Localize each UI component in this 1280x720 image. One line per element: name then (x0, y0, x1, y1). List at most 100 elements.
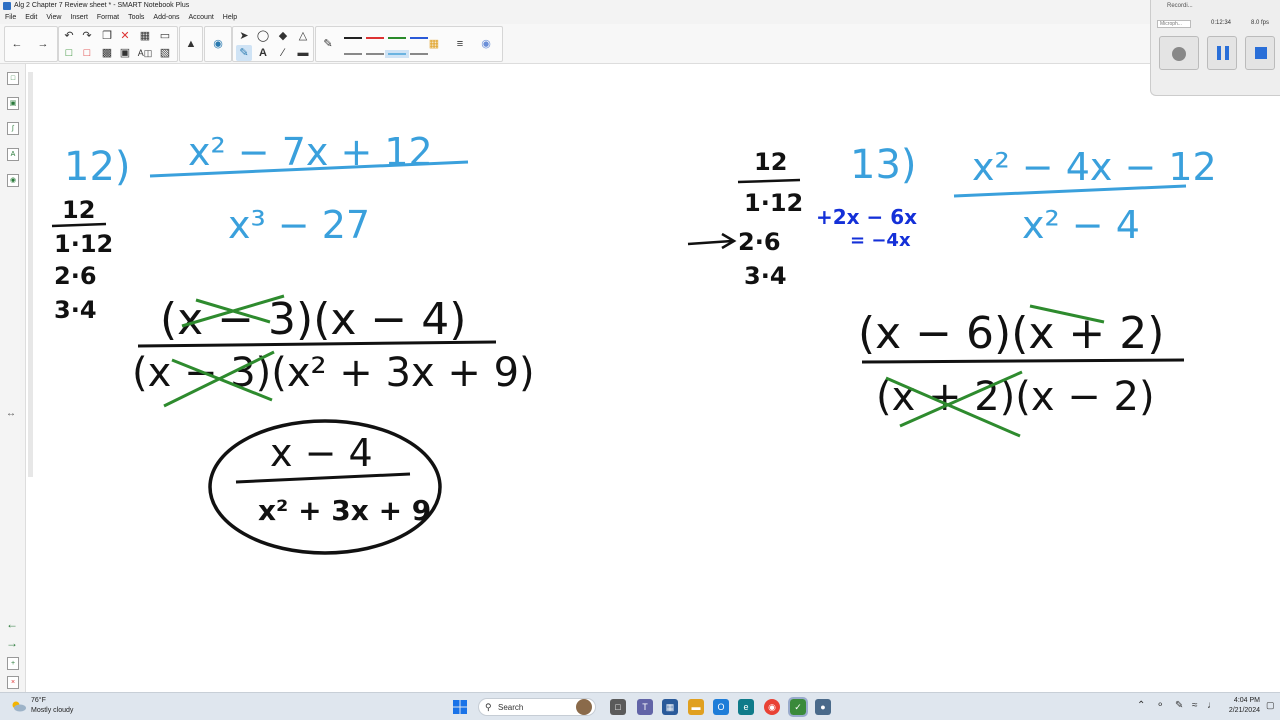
weather-temperature: 76°F (31, 697, 46, 704)
next-page-icon[interactable]: → (35, 36, 51, 52)
text-image-icon[interactable]: A◫ (137, 45, 153, 61)
canvas-scroll-strip (28, 72, 33, 477)
microphone-tray-icon[interactable]: ⚬ (1156, 700, 1164, 711)
weather-condition: Mostly cloudy (31, 707, 74, 714)
gallery-icon[interactable]: ◉ (210, 36, 226, 52)
menu-format[interactable]: Format (97, 12, 119, 24)
stop-icon (1255, 47, 1267, 59)
taskbar-date[interactable]: 2/21/2024 (1223, 707, 1260, 714)
color-palette-icon[interactable]: ▦ (426, 36, 442, 52)
sidebar-delete-page-icon[interactable]: × (7, 676, 19, 689)
cloud-weather-icon[interactable] (11, 700, 26, 712)
pen-style-gray-3[interactable] (410, 53, 428, 55)
whiteboard-canvas[interactable] (27, 65, 1280, 691)
line-tool-icon[interactable]: ∕ (275, 45, 291, 61)
edge-icon[interactable]: e (738, 699, 754, 715)
pen-tool-icon[interactable]: ✎ (236, 45, 252, 61)
teams-icon[interactable]: T (637, 699, 653, 715)
smart-notebook-taskbar-icon[interactable]: ✓ (788, 697, 808, 717)
pen-style-selected[interactable] (385, 50, 409, 58)
add-page-icon[interactable]: □ (61, 45, 77, 61)
left-sidebar: □ ▣ ∫ A ◉ ↔ ← → + × (0, 64, 26, 692)
undo-icon[interactable]: ↶ (61, 28, 77, 44)
menu-account[interactable]: Account (189, 12, 214, 24)
delete-page-icon[interactable]: □ (79, 45, 95, 61)
menu-file[interactable]: File (5, 12, 16, 24)
previous-page-icon[interactable]: ← (9, 36, 25, 52)
recorder-taskbar-icon[interactable]: ● (815, 699, 831, 715)
windows-taskbar: 76°F Mostly cloudy ⚲ Search □ T ▦ ▬ O e … (0, 692, 1280, 720)
menu-tools[interactable]: Tools (128, 12, 144, 24)
doc-camera-group: ▲ (179, 26, 203, 62)
volume-icon[interactable]: ♩ (1207, 700, 1217, 711)
pen-style-black[interactable] (344, 37, 362, 39)
addons-tab-icon[interactable]: ◉ (7, 174, 19, 187)
tools-group: ➤ ◯ ◆ △ ✎ A ∕ ▬ (232, 26, 314, 62)
select-tool-icon[interactable]: ➤ (236, 28, 252, 44)
redo-icon[interactable]: ↷ (79, 28, 95, 44)
window-title: Alg 2 Chapter 7 Review sheet * - SMART N… (14, 2, 190, 9)
notifications-icon[interactable]: ▢ (1266, 700, 1275, 711)
eraser-tool-icon[interactable]: ▬ (295, 45, 311, 61)
menu-edit[interactable]: Edit (25, 12, 37, 24)
properties-tab-icon[interactable]: A (7, 148, 19, 161)
edit-group: ↶ ↷ ❐ ✕ ▦ ▭ □ □ ▩ ▣ A◫ ▧ (58, 26, 178, 62)
pause-button[interactable] (1207, 36, 1237, 70)
document-camera-icon[interactable]: ▲ (183, 36, 199, 52)
title-bar: Alg 2 Chapter 7 Review sheet * - SMART N… (0, 0, 1280, 12)
shapes-tool-icon[interactable]: ◯ (255, 28, 271, 44)
menu-bar: File Edit View Insert Format Tools Add-o… (0, 12, 1150, 24)
file-explorer-icon[interactable]: ▬ (688, 699, 704, 715)
line-thickness-icon[interactable]: ≡ (452, 36, 468, 52)
sidebar-forward-arrow-icon[interactable]: → (6, 636, 18, 650)
screen-capture-icon[interactable]: ▧ (157, 45, 173, 61)
windows-start-icon[interactable] (453, 700, 467, 714)
eraser-outline-icon[interactable]: △ (295, 28, 311, 44)
screen-shade-icon[interactable]: ▭ (157, 28, 173, 44)
outlook-icon[interactable]: O (713, 699, 729, 715)
pause-icon (1217, 46, 1229, 60)
wifi-icon[interactable]: ≈ (1192, 700, 1198, 711)
menu-add-ons[interactable]: Add-ons (153, 12, 179, 24)
chrome-icon[interactable]: ◉ (764, 699, 780, 715)
pen-type-icon[interactable]: ✎ (320, 36, 336, 52)
display-icon[interactable]: ▣ (117, 45, 133, 61)
show-hidden-icons-icon[interactable]: ⌃ (1137, 700, 1145, 711)
pen-tray-icon[interactable]: ✎ (1175, 700, 1183, 711)
task-view-icon[interactable]: □ (610, 699, 626, 715)
smart-notebook-app-icon (3, 2, 11, 10)
widgets-icon[interactable]: ▦ (662, 699, 678, 715)
menu-help[interactable]: Help (223, 12, 237, 24)
stop-button[interactable] (1245, 36, 1275, 70)
recording-time: 0:12:34 (1211, 20, 1232, 26)
gallery-tab-icon[interactable]: ▣ (7, 97, 19, 110)
screen-recorder-panel: Recordi... Microph... 0:12:34 8.0 fps (1150, 0, 1280, 96)
record-icon (1172, 47, 1186, 61)
pen-styles-group: ✎ ▦ ≡ ◉ (315, 26, 503, 62)
pen-style-gray-2[interactable] (366, 53, 384, 55)
sidebar-back-arrow-icon[interactable]: ← (6, 617, 18, 631)
sidebar-collapse-icon[interactable]: ↔ (6, 408, 16, 419)
recorder-title: Recordi... (1167, 3, 1193, 9)
save-icon[interactable]: ▩ (99, 45, 115, 61)
navigation-group: ← → (4, 26, 58, 62)
pen-style-green[interactable] (388, 37, 406, 39)
text-tool-icon[interactable]: A (255, 45, 271, 61)
search-icon: ⚲ (485, 702, 492, 712)
microphone-dropdown[interactable]: Microph... (1157, 20, 1191, 28)
copy-icon[interactable]: ❐ (99, 28, 115, 44)
menu-view[interactable]: View (46, 12, 61, 24)
copilot-people-icon[interactable] (576, 699, 592, 715)
delete-icon[interactable]: ✕ (117, 28, 133, 44)
attachments-tab-icon[interactable]: ∫ (7, 122, 19, 135)
fill-tool-icon[interactable]: ◆ (275, 28, 291, 44)
table-icon[interactable]: ▦ (137, 28, 153, 44)
menu-insert[interactable]: Insert (70, 12, 88, 24)
pen-style-gray[interactable] (344, 53, 362, 55)
transparency-icon[interactable]: ◉ (478, 36, 494, 52)
taskbar-time[interactable]: 4:04 PM (1228, 697, 1260, 704)
page-sorter-icon[interactable]: □ (7, 72, 19, 85)
record-button[interactable] (1159, 36, 1199, 70)
sidebar-add-page-icon[interactable]: + (7, 657, 19, 670)
pen-style-red[interactable] (366, 37, 384, 39)
